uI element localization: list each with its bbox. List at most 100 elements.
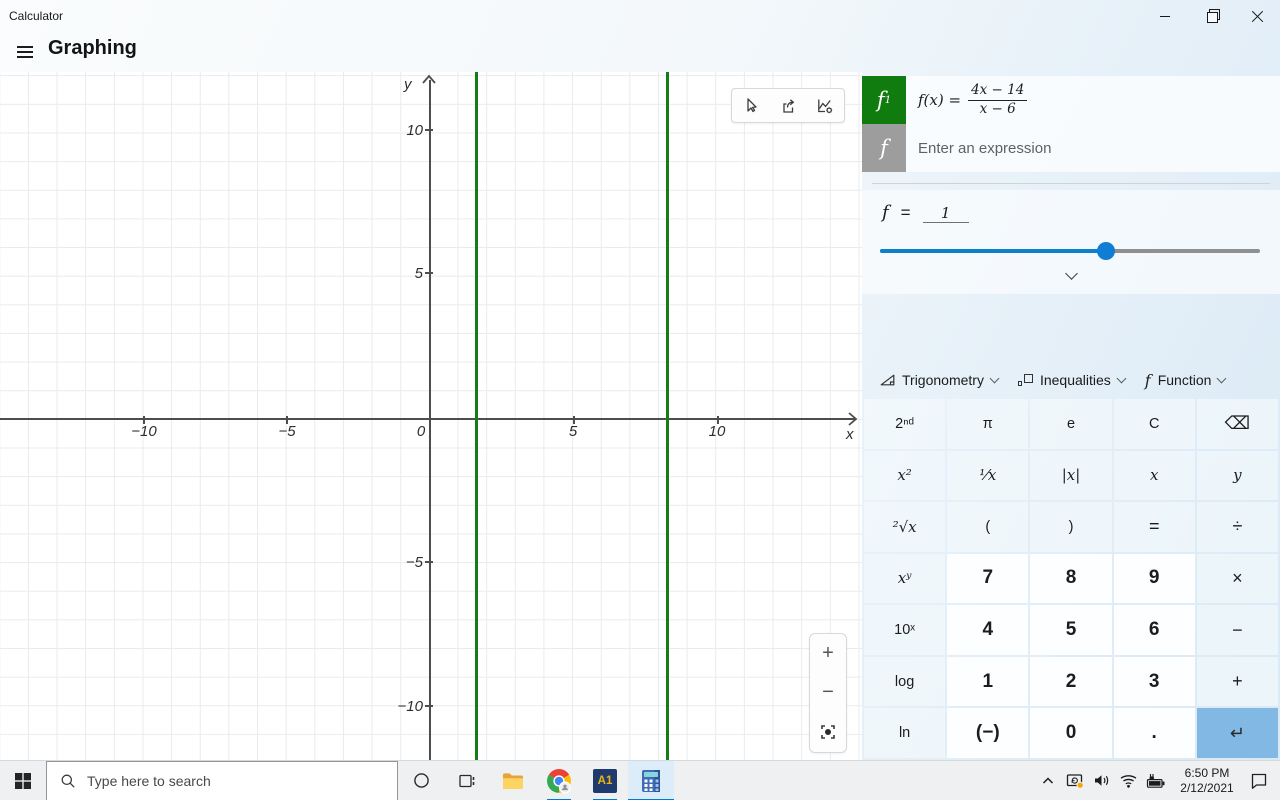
variable-slider-card: f = 1 (862, 190, 1280, 294)
nav-header: Graphing (0, 32, 1280, 72)
key-decimal[interactable]: . (1113, 708, 1195, 758)
volume-tray-button[interactable] (1088, 761, 1115, 800)
key-open-paren[interactable]: ( (947, 502, 1029, 552)
key-subtract[interactable]: − (1196, 605, 1278, 655)
collapse-slider-button[interactable] (1053, 266, 1089, 286)
key-clear[interactable]: C (1113, 399, 1195, 449)
restore-button[interactable] (1188, 0, 1234, 32)
zoom-out-button[interactable]: − (810, 673, 846, 712)
key-1[interactable]: 1 (947, 656, 1029, 707)
key-7[interactable]: 7 (947, 553, 1029, 604)
action-center-button[interactable] (1245, 761, 1272, 800)
graph-canvas[interactable]: y x −10 −5 0 5 10 10 5 −5 −10 + − (0, 72, 862, 760)
plot-line-f1-left-branch[interactable] (475, 72, 478, 760)
display-update-tray-button[interactable] (1061, 761, 1088, 800)
key-ln[interactable]: ln (864, 708, 946, 758)
task-view-icon (459, 774, 475, 787)
key-2nd[interactable]: 2ⁿᵈ (864, 399, 946, 449)
function-f1-expression[interactable]: f(x) = 4x − 14 x − 6 (906, 76, 1280, 124)
inequalities-icon (1017, 373, 1033, 387)
key-add[interactable]: + (1196, 656, 1278, 707)
key-4[interactable]: 4 (947, 605, 1029, 655)
battery-tray-button[interactable] (1142, 761, 1169, 800)
key-y[interactable]: y (1196, 450, 1278, 501)
trigonometry-menu[interactable]: Trigonometry (874, 368, 1004, 392)
search-placeholder: Type here to search (87, 772, 211, 789)
share-button[interactable] (769, 89, 806, 122)
plot-line-f1-right-branch[interactable] (666, 72, 669, 760)
key-enter[interactable]: ↵ (1196, 708, 1278, 758)
hamburger-menu-button[interactable] (8, 36, 42, 68)
taskbar: Type here to search A1 6:50 PM 2/12/2021 (0, 760, 1280, 800)
taskbar-clock[interactable]: 6:50 PM 2/12/2021 (1169, 765, 1245, 796)
graph-options-button[interactable] (807, 89, 844, 122)
start-button[interactable] (0, 761, 46, 800)
wifi-tray-button[interactable] (1115, 761, 1142, 800)
variable-value-field[interactable]: 1 (922, 204, 969, 223)
key-8[interactable]: 8 (1030, 553, 1112, 604)
key-pi[interactable]: π (947, 399, 1029, 449)
chevron-up-icon (1042, 776, 1053, 784)
key-3[interactable]: 3 (1113, 656, 1195, 707)
key-0[interactable]: 0 (1030, 708, 1112, 758)
function-row-new[interactable]: f Enter an expression (862, 124, 1280, 172)
key-e[interactable]: e (1030, 399, 1112, 449)
key-abs[interactable]: |x| (1030, 450, 1112, 501)
expression-input[interactable]: Enter an expression (906, 124, 1280, 172)
y-axis-label: y (404, 76, 412, 93)
inequalities-menu[interactable]: Inequalities (1012, 368, 1131, 392)
tray-overflow-button[interactable] (1034, 761, 1061, 800)
key-backspace[interactable]: ⌫ (1196, 399, 1278, 449)
zoom-in-button[interactable]: + (810, 634, 846, 673)
variable-slider[interactable] (880, 242, 1260, 260)
trace-button[interactable] (732, 89, 769, 122)
wifi-icon (1120, 775, 1137, 788)
cortana-icon (413, 773, 429, 788)
key-6[interactable]: 6 (1113, 605, 1195, 655)
key-9[interactable]: 9 (1113, 553, 1195, 604)
key-negate[interactable]: (−) (947, 708, 1029, 758)
minimize-button[interactable] (1142, 0, 1188, 32)
close-button[interactable] (1234, 0, 1280, 32)
key-x-squared[interactable]: x² (864, 450, 946, 501)
window-title: Calculator (9, 9, 64, 23)
calculator-button[interactable] (628, 760, 674, 800)
x-tick-label: −10 (131, 423, 157, 440)
windows-logo-icon (15, 772, 31, 789)
cortana-button[interactable] (398, 761, 444, 800)
key-equals[interactable]: = (1113, 502, 1195, 552)
function-menu[interactable]: f Function (1139, 367, 1232, 394)
chevron-down-icon (1216, 373, 1227, 384)
function-new-badge[interactable]: f (862, 124, 906, 172)
task-view-button[interactable] (444, 761, 490, 800)
aleks-a1-button[interactable]: A1 (582, 761, 628, 800)
y-tick-label: 10 (406, 122, 423, 139)
slider-fill (880, 249, 1107, 253)
function-row-f1[interactable]: f1 f(x) = 4x − 14 x − 6 (862, 76, 1280, 124)
key-sqrt[interactable]: ²√x (864, 502, 946, 552)
equals-sign: = (900, 203, 911, 222)
key-10-power-x[interactable]: 10ˣ (864, 605, 946, 655)
key-5[interactable]: 5 (1030, 605, 1112, 655)
key-x-power-y[interactable]: xʸ (864, 553, 946, 604)
chrome-button[interactable] (536, 761, 582, 800)
key-log[interactable]: log (864, 656, 946, 707)
file-explorer-button[interactable] (490, 761, 536, 800)
key-multiply[interactable]: × (1196, 553, 1278, 604)
key-divide[interactable]: ÷ (1196, 502, 1278, 552)
y-tick-label: −10 (397, 698, 423, 715)
key-x[interactable]: x (1113, 450, 1195, 501)
key-reciprocal[interactable]: ⅟x (947, 450, 1029, 501)
f1-denominator: x − 6 (979, 101, 1016, 117)
taskbar-search-input[interactable]: Type here to search (46, 760, 398, 800)
slider-thumb[interactable] (1097, 242, 1116, 260)
graph-toolbar (731, 88, 845, 123)
key-close-paren[interactable]: ) (1030, 502, 1112, 552)
function-f1-badge[interactable]: f1 (862, 76, 906, 124)
restore-icon (1206, 8, 1220, 23)
key-2[interactable]: 2 (1030, 656, 1112, 707)
x-tick-label: 5 (568, 423, 578, 440)
y-tickmark (425, 561, 433, 563)
calculator-icon (642, 769, 660, 792)
zoom-fit-button[interactable] (810, 713, 846, 752)
